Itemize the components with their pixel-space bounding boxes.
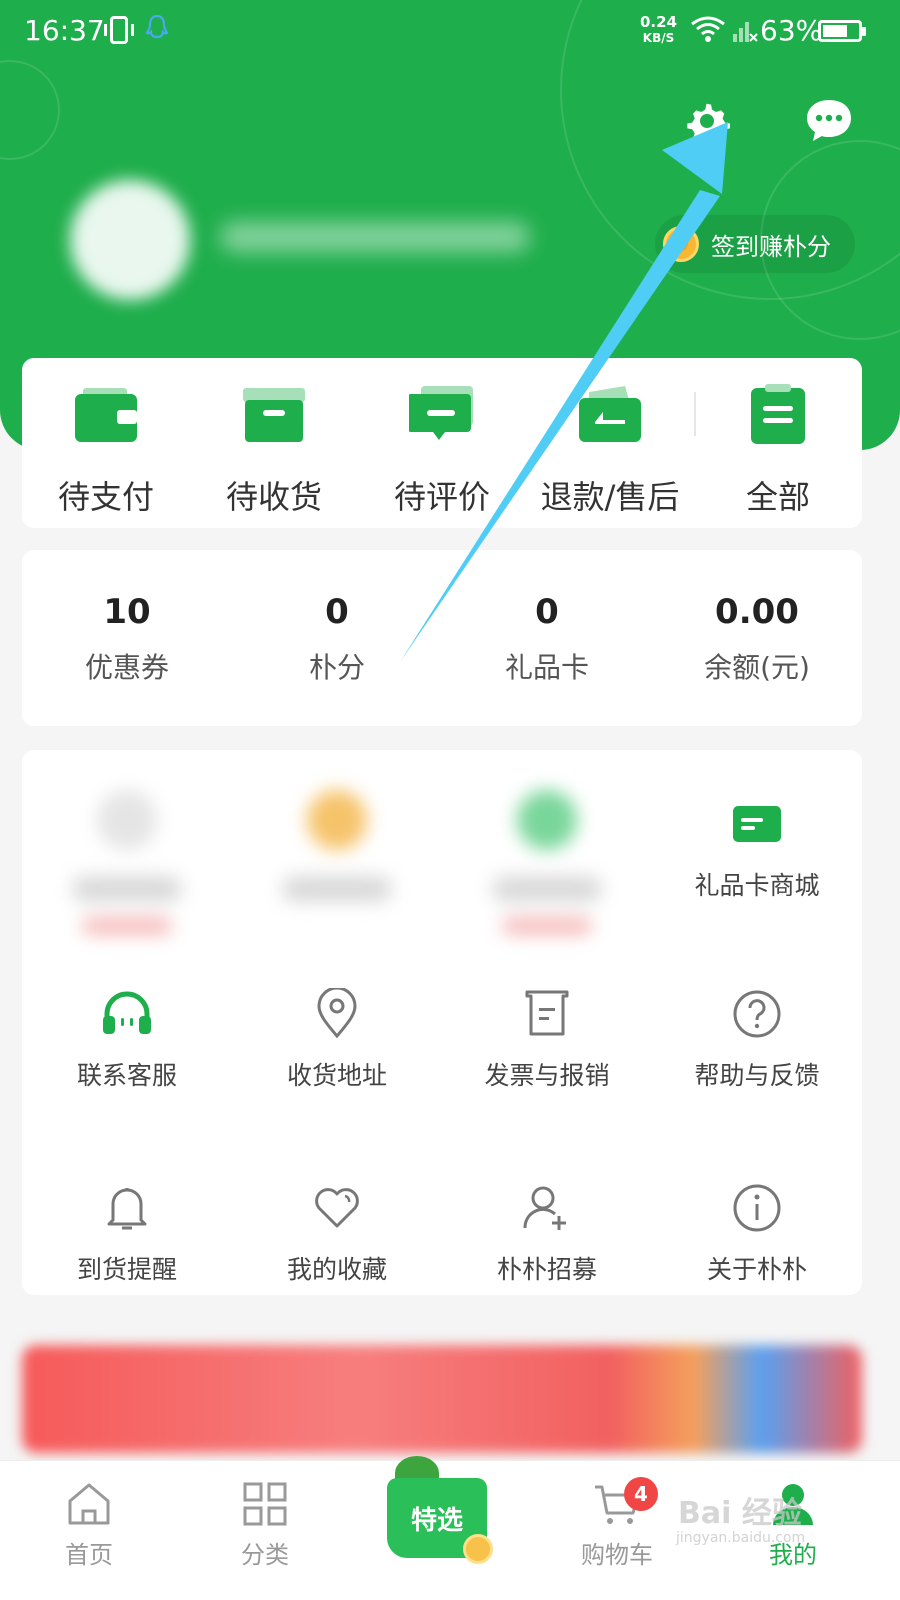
gift-card-icon (733, 806, 781, 842)
order-refund-aftersales[interactable]: 退款/售后 (526, 384, 694, 518)
service-label: 礼品卡商城 (694, 871, 820, 900)
tab-label: 分类 (241, 1541, 289, 1569)
assets-card: 10 优惠券 0 朴分 0 礼品卡 0.00 余额(元) (22, 550, 862, 726)
service-label: 到货提醒 (76, 1255, 177, 1284)
order-label: 待评价 (393, 478, 490, 516)
vibrate-icon (104, 16, 134, 44)
message-chat-icon[interactable] (802, 94, 856, 148)
service-label: 关于朴朴 (706, 1255, 807, 1284)
wallet-icon (75, 388, 137, 442)
tab-featured[interactable]: 特选 (385, 1450, 495, 1570)
service-label: 收货地址 (286, 1061, 387, 1090)
asset-label: 优惠券 (84, 651, 169, 684)
avatar[interactable] (70, 180, 190, 300)
coin-icon (463, 1534, 493, 1564)
heart-icon (315, 1188, 359, 1228)
refund-icon (579, 386, 641, 442)
order-all[interactable]: 全部 (694, 384, 862, 518)
asset-points[interactable]: 0 朴分 (232, 592, 442, 686)
order-label: 待支付 (57, 478, 154, 516)
box-icon (243, 388, 305, 442)
speed-value: 0.24 (640, 13, 678, 31)
wifi-icon (691, 16, 725, 42)
asset-label: 余额(元) (704, 651, 810, 684)
info-icon (733, 1184, 781, 1232)
status-time: 16:37 (24, 14, 105, 47)
battery-icon (818, 20, 866, 42)
service-label: 我的收藏 (286, 1255, 387, 1284)
bell-icon (107, 1188, 147, 1230)
order-pending-receipt[interactable]: 待收货 (190, 384, 358, 518)
service-arrival-reminder[interactable]: 到货提醒 (22, 1182, 232, 1286)
order-pending-payment[interactable]: 待支付 (22, 384, 190, 518)
username[interactable] (220, 222, 530, 252)
service-customer-support[interactable]: 联系客服 (22, 988, 232, 1092)
battery-percent: 63% (760, 14, 823, 47)
service-shipping-address[interactable]: 收货地址 (232, 988, 442, 1092)
invoice-icon (525, 990, 569, 1036)
clipboard-icon (751, 384, 805, 444)
order-label: 退款/售后 (540, 478, 680, 516)
add-user-icon (523, 1186, 566, 1230)
asset-balance[interactable]: 0.00 余额(元) (652, 592, 862, 686)
service-favorites[interactable]: 我的收藏 (232, 1182, 442, 1286)
qq-icon (145, 14, 169, 39)
service-recruitment[interactable]: 朴朴招募 (442, 1182, 652, 1286)
headset-icon (103, 991, 151, 1034)
service-label: 联系客服 (76, 1061, 177, 1090)
speed-unit: KB/S (642, 31, 675, 45)
promo-banner[interactable] (22, 1345, 862, 1453)
blurred-service-tile[interactable] (42, 780, 212, 960)
order-pending-review[interactable]: 待评价 (358, 384, 526, 518)
asset-value: 0 (325, 592, 349, 632)
featured-label: 特选 (410, 1505, 463, 1536)
home-icon (68, 1483, 110, 1525)
cart-badge: 4 (624, 1477, 658, 1511)
signin-earn-points-button[interactable]: 签到赚朴分 (655, 215, 855, 273)
status-bar: 16:37 0.24 KB/S 63% (0, 0, 900, 64)
asset-value: 0 (535, 592, 559, 632)
watermark-logo: Bai 经验 (678, 1496, 802, 1531)
watermark-url: jingyan.baidu.com (676, 1530, 806, 1546)
asset-value: 10 (103, 592, 151, 632)
signal-icon (733, 22, 758, 42)
service-label: 帮助与反馈 (694, 1061, 820, 1090)
service-label: 发票与报销 (484, 1061, 610, 1090)
asset-gift-cards[interactable]: 0 礼品卡 (442, 592, 652, 686)
asset-coupons[interactable]: 10 优惠券 (22, 592, 232, 686)
blurred-service-tile[interactable] (252, 780, 422, 960)
tab-home[interactable]: 首页 (24, 1461, 154, 1600)
comment-icon (407, 386, 473, 440)
blurred-service-tile[interactable] (462, 780, 632, 960)
settings-gear-icon[interactable] (680, 94, 734, 148)
location-pin-icon (317, 988, 357, 1039)
orders-card: 待支付 待收货 待评价 退款/售后 全部 (22, 358, 862, 528)
network-speed: 0.24 KB/S (640, 14, 677, 46)
tab-cart[interactable]: 购物车 4 (552, 1461, 682, 1600)
service-help-feedback[interactable]: 帮助与反馈 (652, 988, 862, 1092)
asset-label: 朴分 (308, 651, 365, 684)
tab-category[interactable]: 分类 (200, 1461, 330, 1600)
service-about[interactable]: 关于朴朴 (652, 1182, 862, 1286)
order-label: 待收货 (225, 478, 322, 516)
signin-label: 签到赚朴分 (711, 232, 831, 261)
services-card: 礼品卡商城 联系客服 收货地址 发票与报销 帮助与反馈 到货提醒 我的收藏 朴朴… (22, 750, 862, 1295)
help-icon (733, 990, 781, 1038)
grid-icon (243, 1482, 287, 1526)
asset-value: 0.00 (715, 592, 799, 632)
service-label: 朴朴招募 (496, 1255, 597, 1284)
tab-label: 首页 (65, 1541, 113, 1569)
service-invoice[interactable]: 发票与报销 (442, 988, 652, 1092)
order-label: 全部 (745, 478, 810, 516)
coin-icon (663, 226, 699, 262)
tab-label: 购物车 (581, 1541, 653, 1569)
asset-label: 礼品卡 (504, 651, 589, 684)
gift-card-mall[interactable]: 礼品卡商城 (652, 798, 862, 902)
